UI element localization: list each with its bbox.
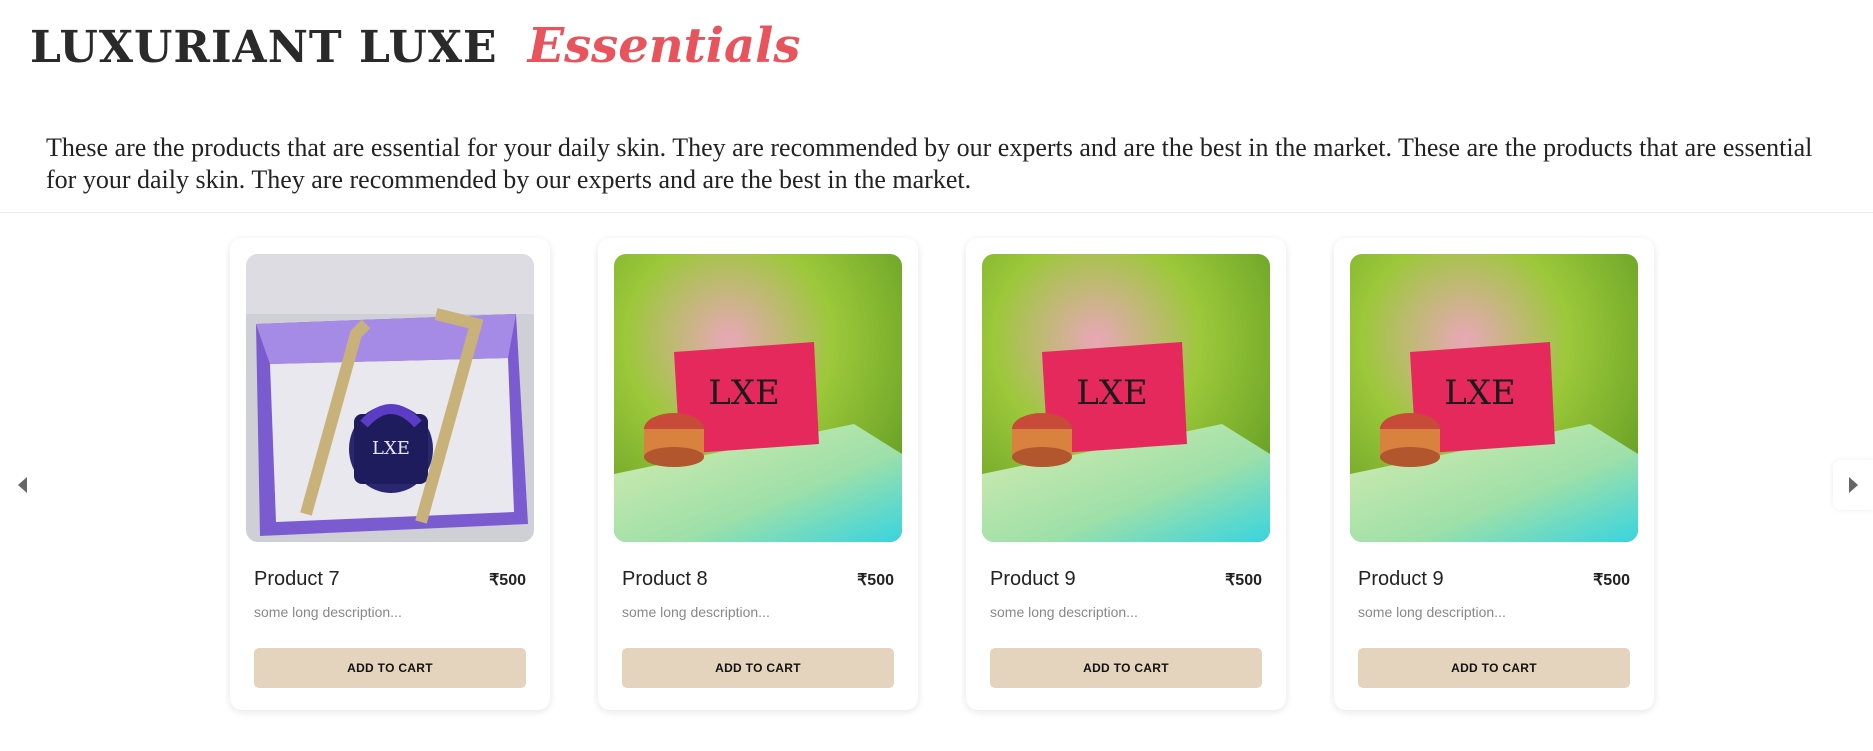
product-card: LXE Product 9 ₹500 some long description… bbox=[966, 238, 1286, 710]
svg-text:LXE: LXE bbox=[1444, 373, 1516, 413]
product-image[interactable]: LXE bbox=[1350, 254, 1638, 542]
carousel-prev-button[interactable] bbox=[2, 460, 42, 510]
svg-text:LXE: LXE bbox=[708, 373, 780, 413]
product-price: ₹500 bbox=[1225, 572, 1262, 589]
product-price: ₹500 bbox=[1593, 572, 1630, 589]
product-description: some long description... bbox=[990, 604, 1138, 620]
page-header: LUXURIANT LUXE Essentials bbox=[30, 18, 800, 74]
svg-text:LXE: LXE bbox=[372, 438, 410, 459]
product-carousel: LXE Product 7 ₹500 some long description… bbox=[230, 238, 1654, 710]
product-price: ₹500 bbox=[489, 572, 526, 589]
product-image[interactable]: LXE bbox=[614, 254, 902, 542]
product-description: some long description... bbox=[622, 604, 770, 620]
product-price: ₹500 bbox=[857, 572, 894, 589]
product-description: some long description... bbox=[254, 604, 402, 620]
product-name: Product 8 bbox=[622, 568, 708, 590]
intro-text: These are the products that are essentia… bbox=[46, 133, 1813, 194]
product-description: some long description... bbox=[1358, 604, 1506, 620]
section-title: Essentials bbox=[527, 18, 801, 74]
product-name: Product 9 bbox=[990, 568, 1076, 590]
product-image[interactable]: LXE bbox=[246, 254, 534, 542]
triangle-left-icon bbox=[17, 477, 27, 493]
product-card: LXE Product 9 ₹500 some long description… bbox=[1334, 238, 1654, 710]
add-to-cart-button[interactable]: ADD TO CART bbox=[254, 648, 526, 688]
product-card: LXE Product 7 ₹500 some long description… bbox=[230, 238, 550, 710]
product-name: Product 9 bbox=[1358, 568, 1444, 590]
product-image[interactable]: LXE bbox=[982, 254, 1270, 542]
product-name: Product 7 bbox=[254, 568, 340, 590]
add-to-cart-button[interactable]: ADD TO CART bbox=[990, 648, 1262, 688]
brand-title: LUXURIANT LUXE bbox=[30, 22, 498, 73]
add-to-cart-button[interactable]: ADD TO CART bbox=[622, 648, 894, 688]
triangle-right-icon bbox=[1848, 477, 1858, 493]
carousel-next-button[interactable] bbox=[1833, 460, 1873, 510]
divider bbox=[0, 212, 1873, 213]
add-to-cart-button[interactable]: ADD TO CART bbox=[1358, 648, 1630, 688]
product-card: LXE Product 8 ₹500 some long description… bbox=[598, 238, 918, 710]
svg-text:LXE: LXE bbox=[1076, 373, 1148, 413]
